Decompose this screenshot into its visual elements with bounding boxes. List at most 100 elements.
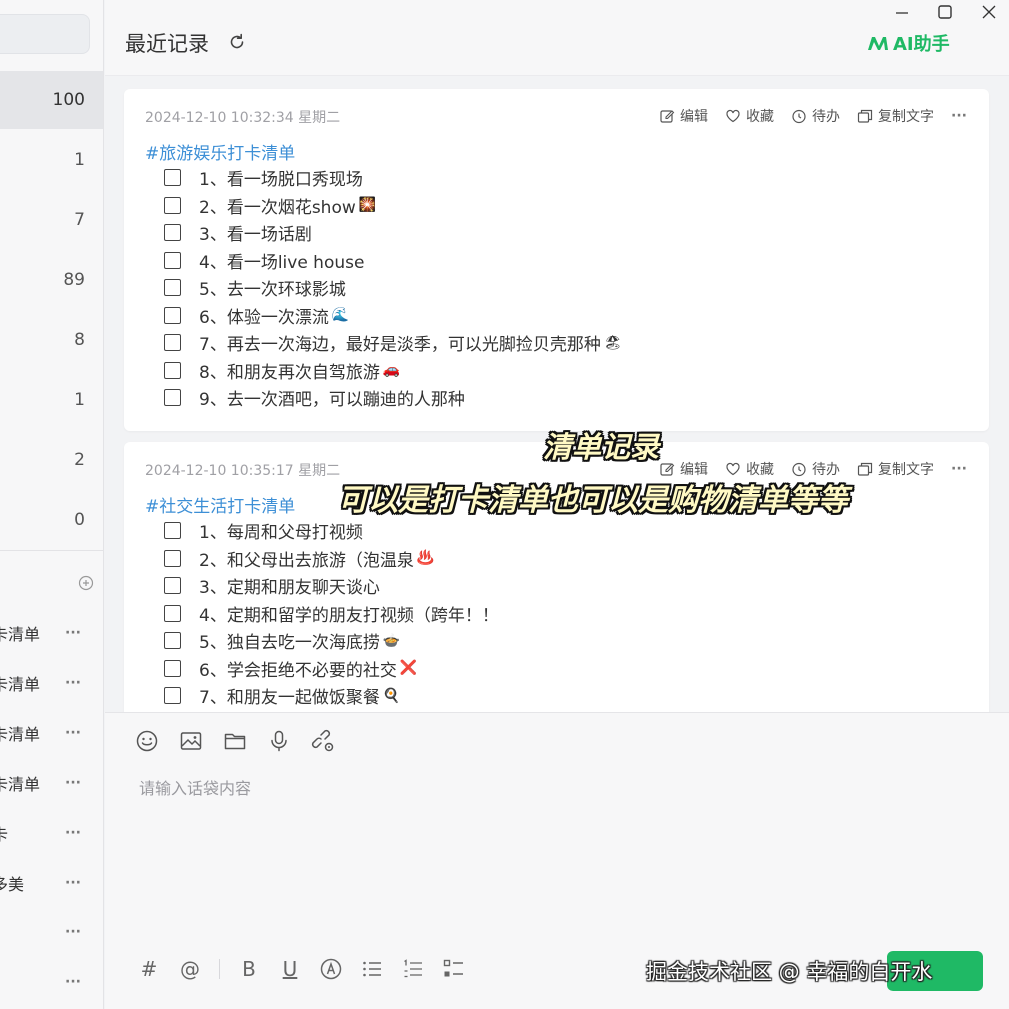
todo-item: 5、去一次环球影城: [164, 274, 622, 302]
more-icon[interactable]: ···: [65, 924, 81, 940]
clock-icon: [792, 109, 806, 124]
sidebar-tag-item[interactable]: ···: [0, 967, 103, 997]
todo-checkbox[interactable]: [164, 632, 181, 650]
main-panel: 最近记录 AI助手 2024-12-10 10:32:34 星期二 编辑 收藏 …: [105, 0, 1009, 1009]
sidebar-search-input[interactable]: [0, 14, 90, 54]
copy-text-button[interactable]: 复制文字: [857, 459, 934, 479]
todo-checkbox[interactable]: [164, 577, 181, 595]
sidebar-tag-item[interactable]: ···: [0, 917, 103, 947]
note-content-input[interactable]: 请输入话袋内容: [139, 775, 251, 799]
todo-checkbox[interactable]: [164, 604, 181, 622]
mention-icon[interactable]: @: [178, 957, 202, 981]
watermark-text: 掘金技术社区 @ 幸福的白开水: [646, 960, 933, 984]
todo-item: 7、再去一次海边，最好是淡季，可以光脚捡贝壳那种 🏖: [164, 329, 622, 357]
sidebar-tag-item[interactable]: 卡···: [0, 818, 103, 848]
more-icon[interactable]: ···: [65, 775, 81, 791]
wave-icon: 🌊: [331, 307, 350, 324]
sidebar-item-count[interactable]: 7: [0, 191, 103, 249]
sidebar-item-count[interactable]: 2: [0, 431, 103, 489]
sidebar-item-count[interactable]: 1: [0, 131, 103, 189]
favorite-button[interactable]: 收藏: [725, 106, 774, 126]
todo-checkbox[interactable]: [164, 279, 181, 297]
caption-subtitle: 可以是打卡清单也可以是购物清单等等: [338, 483, 848, 518]
notes-feed: 2024-12-10 10:32:34 星期二 编辑 收藏 待办 复制文字 ··…: [105, 76, 1009, 712]
sidebar: 100 1 7 89 8 1 2 0 卡清单··· 卡清单··· 卡清单··· …: [0, 0, 104, 1009]
todo-checkbox[interactable]: [164, 196, 181, 214]
more-icon[interactable]: ···: [65, 974, 81, 990]
toolbar-divider: [219, 959, 220, 979]
more-icon[interactable]: ···: [65, 875, 81, 891]
underline-icon[interactable]: U: [278, 957, 302, 981]
image-icon[interactable]: [179, 729, 203, 753]
checklist-icon[interactable]: [442, 957, 466, 981]
fireworks-icon: 🎇: [358, 197, 377, 214]
todo-item: 9、去一次酒吧，可以蹦迪的人那种: [164, 384, 622, 412]
refresh-icon[interactable]: [227, 32, 247, 52]
edit-button[interactable]: 编辑: [659, 106, 708, 126]
microphone-icon[interactable]: [267, 729, 291, 753]
sidebar-tag-item[interactable]: 卡清单···: [0, 668, 103, 698]
maximize-icon[interactable]: [934, 2, 956, 24]
copy-text-button[interactable]: 复制文字: [857, 106, 934, 126]
todo-checkbox[interactable]: [164, 687, 181, 705]
folder-icon[interactable]: [223, 729, 247, 753]
add-tag-icon[interactable]: [78, 575, 94, 591]
todo-checkbox[interactable]: [164, 334, 181, 352]
sidebar-item-count[interactable]: 1: [0, 371, 103, 429]
todo-item: 2、和父母出去旅游（泡温泉 ♨️: [164, 545, 499, 573]
note-tag[interactable]: #社交生活打卡清单: [145, 492, 295, 517]
sidebar-item-count[interactable]: 0: [0, 491, 103, 549]
highlight-icon[interactable]: [319, 957, 343, 981]
sidebar-tag-item[interactable]: 卡清单···: [0, 718, 103, 748]
caption-title: 清单记录: [543, 430, 660, 464]
todo-item: 3、看一场话剧: [164, 219, 622, 247]
note-card: 2024-12-10 10:32:34 星期二 编辑 收藏 待办 复制文字 ··…: [124, 89, 989, 431]
sidebar-tag-item[interactable]: 多美···: [0, 868, 103, 898]
hashtag-icon[interactable]: #: [137, 957, 161, 981]
todo-button[interactable]: 待办: [791, 106, 840, 126]
more-icon[interactable]: ···: [65, 725, 81, 741]
todo-checkbox[interactable]: [164, 306, 181, 324]
note-actions: 编辑 收藏 待办 复制文字 ···: [659, 106, 967, 126]
close-icon[interactable]: [978, 2, 1000, 24]
hotpot-icon: 🍲: [382, 632, 401, 649]
todo-item: 2、看一次烟花show 🎇: [164, 192, 622, 220]
emoji-icon[interactable]: [135, 729, 159, 753]
todo-item: 3、定期和朋友聊天谈心: [164, 572, 499, 600]
todo-checkbox[interactable]: [164, 169, 181, 187]
sidebar-tag-item[interactable]: 卡清单···: [0, 768, 103, 798]
copy-icon: [857, 462, 873, 476]
todo-item: 5、独自去吃一次海底捞 🍲: [164, 627, 499, 655]
more-icon[interactable]: ···: [951, 461, 967, 477]
more-icon[interactable]: ···: [65, 675, 81, 691]
bullet-list-icon[interactable]: [360, 957, 384, 981]
todo-checkbox[interactable]: [164, 522, 181, 540]
ai-assistant-button[interactable]: AI助手: [867, 30, 950, 56]
todo-checkbox[interactable]: [164, 549, 181, 567]
sidebar-item-count[interactable]: 100: [0, 71, 103, 129]
sidebar-tag-item[interactable]: 卡清单···: [0, 618, 103, 648]
link-settings-icon[interactable]: [311, 729, 335, 753]
note-tag[interactable]: #旅游娱乐打卡清单: [145, 139, 295, 164]
todo-item: 7、和朋友一起做饭聚餐 🍳: [164, 682, 499, 710]
todo-checkbox[interactable]: [164, 389, 181, 407]
car-icon: 🚗: [382, 362, 401, 379]
more-icon[interactable]: ···: [65, 625, 81, 641]
sidebar-item-count[interactable]: 8: [0, 311, 103, 369]
sidebar-item-count[interactable]: 89: [0, 251, 103, 309]
beach-icon: 🏖: [603, 334, 622, 351]
numbered-list-icon[interactable]: [401, 957, 425, 981]
bold-icon[interactable]: B: [237, 957, 261, 981]
todo-checkbox[interactable]: [164, 659, 181, 677]
more-icon[interactable]: ···: [65, 825, 81, 841]
todo-item: 8、和朋友再次自驾旅游 🚗: [164, 357, 622, 385]
more-icon[interactable]: ···: [951, 108, 967, 124]
todo-list: 1、看一场脱口秀现场 2、看一次烟花show 🎇 3、看一场话剧 4、看一场liv…: [164, 164, 622, 412]
heart-icon: [726, 109, 740, 123]
todo-checkbox[interactable]: [164, 251, 181, 269]
minimize-icon[interactable]: [891, 2, 913, 24]
todo-checkbox[interactable]: [164, 361, 181, 379]
page-title: 最近记录: [125, 32, 209, 56]
todo-checkbox[interactable]: [164, 224, 181, 242]
editor-insert-toolbar: [135, 729, 335, 753]
